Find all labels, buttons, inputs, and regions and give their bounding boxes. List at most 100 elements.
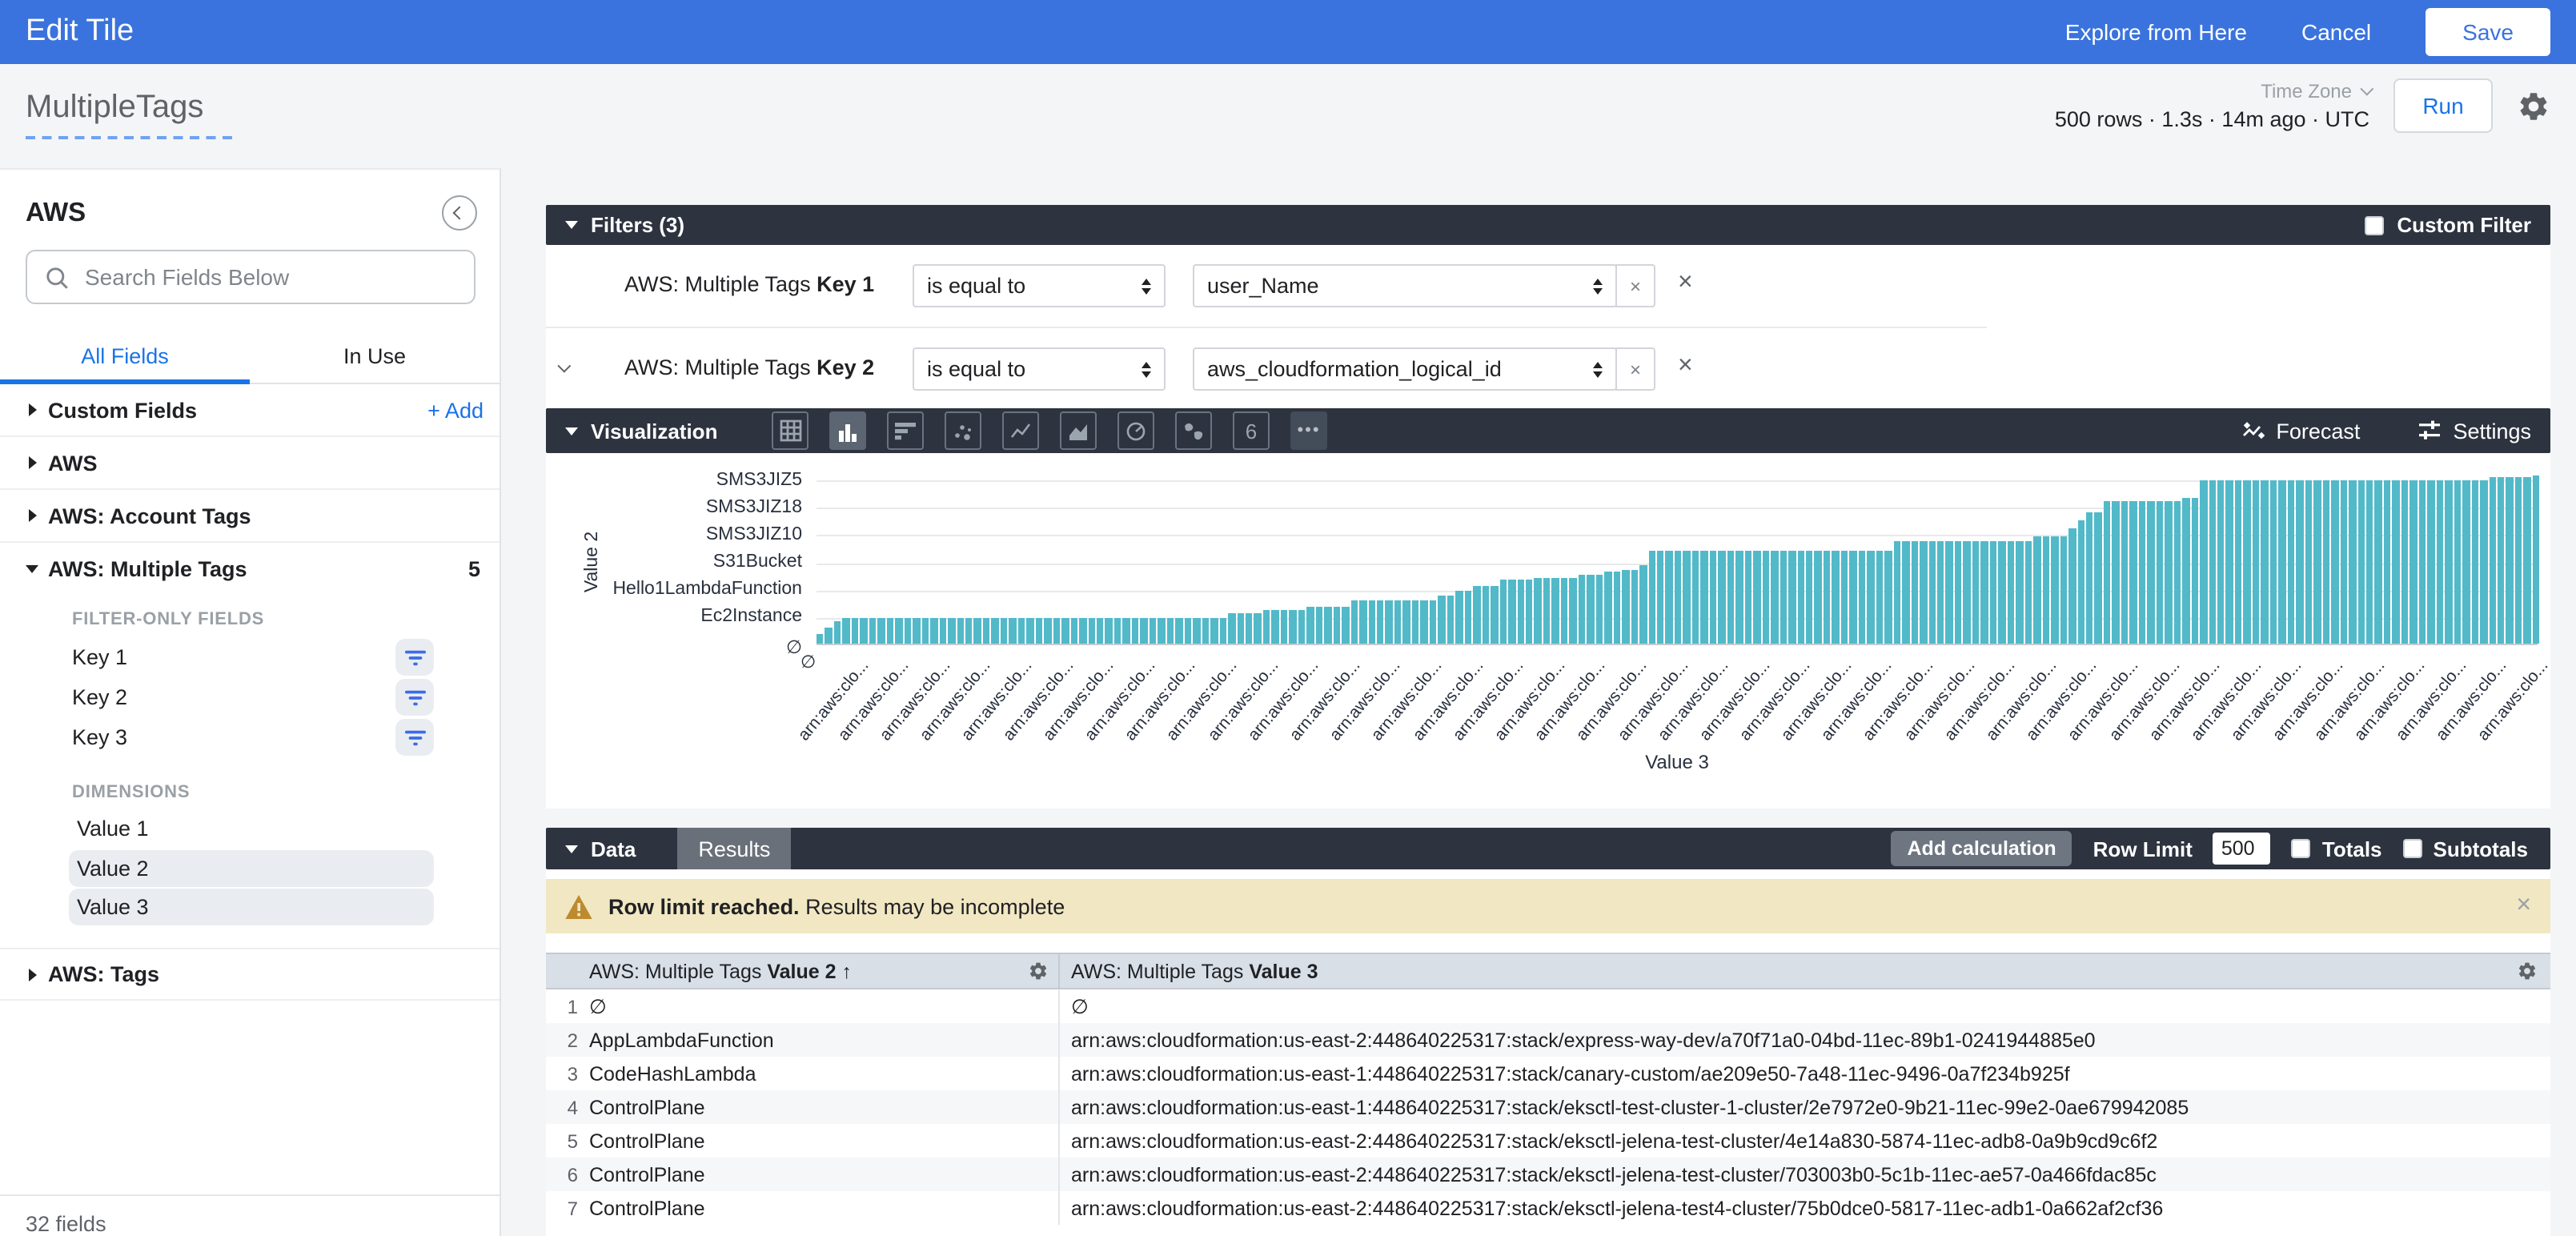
sidebar-item-aws-multiple-tags[interactable]: AWS: Multiple Tags 5	[0, 543, 500, 596]
cell-value-2[interactable]: ControlPlane	[578, 1130, 1058, 1152]
field-picker-sidebar: AWS Search Fields Below All Fields In Us…	[0, 168, 501, 1236]
filter-value-select[interactable]: aws_cloudformation_logical_id	[1193, 347, 1617, 391]
cell-value-3[interactable]: ∅	[1058, 989, 2550, 1023]
cancel-button[interactable]: Cancel	[2301, 19, 2371, 45]
filter-icon[interactable]	[395, 679, 434, 716]
sidebar-item-custom-fields[interactable]: Custom Fields + Add	[0, 384, 500, 437]
column-gear-icon[interactable]	[1028, 961, 1049, 981]
cell-value-3[interactable]: arn:aws:cloudformation:us-east-1:4486402…	[1058, 1090, 2550, 1124]
column-gear-icon[interactable]	[2517, 961, 2538, 981]
table-row[interactable]: 3CodeHashLambdaarn:aws:cloudformation:us…	[546, 1057, 2550, 1090]
totals-checkbox[interactable]	[2292, 839, 2311, 858]
add-custom-field-button[interactable]: + Add	[427, 398, 484, 422]
run-button[interactable]: Run	[2393, 78, 2493, 133]
filter-icon[interactable]	[395, 639, 434, 676]
cell-value-3[interactable]: arn:aws:cloudformation:us-east-2:4486402…	[1058, 1023, 2550, 1057]
sidebar-item-aws[interactable]: AWS	[0, 437, 500, 490]
filter-operator-select[interactable]: is equal to	[913, 264, 1166, 307]
filter-icon[interactable]	[395, 719, 434, 756]
table-row[interactable]: 2AppLambdaFunctionarn:aws:cloudformation…	[546, 1023, 2550, 1057]
viz-map-icon[interactable]	[1175, 411, 1212, 450]
column-header-value-3[interactable]: AWS: Multiple Tags Value 3	[1058, 954, 2550, 988]
collapse-sidebar-button[interactable]	[442, 195, 477, 231]
viz-settings-button[interactable]: Settings	[2418, 419, 2531, 443]
query-settings-gear-icon[interactable]	[2517, 89, 2550, 122]
chart-bar	[2515, 477, 2522, 644]
viz-single-value-icon[interactable]: 6	[1233, 411, 1270, 450]
sidebar-item-aws-account-tags[interactable]: AWS: Account Tags	[0, 490, 500, 543]
chart-bar	[1753, 550, 1760, 644]
field-value-2[interactable]: Value 2	[69, 849, 434, 886]
data-header-bar[interactable]: Data Results Add calculation Row Limit T…	[546, 828, 2550, 869]
filter-value-select[interactable]: user_Name	[1193, 264, 1617, 307]
clear-filter-value-button[interactable]: ×	[1615, 264, 1655, 307]
table-row[interactable]: 7ControlPlanearn:aws:cloudformation:us-e…	[546, 1191, 2550, 1225]
chart-bar	[2533, 476, 2540, 644]
cell-value-3[interactable]: arn:aws:cloudformation:us-east-2:4486402…	[1058, 1124, 2550, 1158]
viz-scatter-icon[interactable]	[945, 411, 981, 450]
cell-value-2[interactable]: ControlPlane	[578, 1096, 1058, 1118]
field-value-1[interactable]: Value 1	[69, 810, 434, 847]
subtotals-toggle[interactable]: Subtotals	[2403, 837, 2528, 861]
custom-filter-checkbox[interactable]	[2365, 215, 2384, 235]
chart-bar	[1403, 601, 1410, 644]
chart-bar	[1035, 617, 1042, 644]
viz-row-chart-icon[interactable]	[887, 411, 924, 450]
chart-bar	[1009, 617, 1017, 644]
cell-value-2[interactable]: CodeHashLambda	[578, 1062, 1058, 1085]
table-row[interactable]: 5ControlPlanearn:aws:cloudformation:us-e…	[546, 1124, 2550, 1158]
filter-operator-select[interactable]: is equal to	[913, 347, 1166, 391]
cell-value-3[interactable]: arn:aws:cloudformation:us-east-1:4486402…	[1058, 1057, 2550, 1090]
viz-pie-chart-icon[interactable]	[1117, 411, 1154, 450]
totals-toggle[interactable]: Totals	[2292, 837, 2382, 861]
chart-bar	[1508, 579, 1515, 644]
field-value-3[interactable]: Value 3	[69, 889, 434, 925]
chart-bar	[1473, 586, 1480, 644]
chart-bar	[1701, 550, 1708, 644]
column-header-value-2[interactable]: AWS: Multiple Tags Value 2 ↑	[546, 954, 1058, 988]
table-row[interactable]: 1∅∅	[546, 989, 2550, 1023]
remove-filter-button[interactable]: ×	[1678, 352, 1693, 381]
row-limit-input[interactable]	[2213, 833, 2271, 865]
viz-more-icon[interactable]: •••	[1290, 411, 1327, 450]
chart-bar	[974, 617, 981, 644]
cell-value-2[interactable]: ControlPlane	[578, 1163, 1058, 1186]
table-row[interactable]: 6ControlPlanearn:aws:cloudformation:us-e…	[546, 1158, 2550, 1191]
tab-all-fields[interactable]: All Fields	[0, 328, 250, 383]
add-calculation-button[interactable]: Add calculation	[1892, 831, 2072, 866]
field-key-2[interactable]: Key 2	[0, 677, 500, 717]
cell-value-3[interactable]: arn:aws:cloudformation:us-east-2:4486402…	[1058, 1158, 2550, 1191]
table-row[interactable]: 4ControlPlanearn:aws:cloudformation:us-e…	[546, 1090, 2550, 1124]
search-input[interactable]: Search Fields Below	[26, 250, 475, 304]
field-key-1[interactable]: Key 1	[0, 637, 500, 677]
explore-from-here-link[interactable]: Explore from Here	[2065, 19, 2247, 45]
chart-bar	[2148, 500, 2155, 644]
viz-table-icon[interactable]	[772, 411, 809, 450]
cell-value-2[interactable]: AppLambdaFunction	[578, 1029, 1058, 1051]
remove-filter-button[interactable]: ×	[1678, 269, 1693, 298]
chart-bar	[1184, 617, 1191, 644]
filters-header-bar[interactable]: Filters (3) Custom Filter	[546, 205, 2550, 245]
cell-value-2[interactable]: ControlPlane	[578, 1197, 1058, 1219]
subtotals-checkbox[interactable]	[2403, 839, 2422, 858]
tab-in-use[interactable]: In Use	[250, 328, 500, 383]
viz-area-chart-icon[interactable]	[1060, 411, 1097, 450]
viz-bar-chart-icon[interactable]	[829, 411, 866, 450]
field-key-3[interactable]: Key 3	[0, 717, 500, 757]
custom-filter-toggle[interactable]: Custom Filter	[2365, 213, 2531, 237]
clear-filter-value-button[interactable]: ×	[1615, 347, 1655, 391]
query-title[interactable]: MultipleTags	[26, 90, 232, 139]
expand-filter-icon[interactable]	[557, 359, 571, 373]
row-number: 7	[546, 1197, 578, 1219]
cell-value-3[interactable]: arn:aws:cloudformation:us-east-2:4486402…	[1058, 1191, 2550, 1225]
close-warning-icon[interactable]: ×	[2516, 892, 2531, 921]
sidebar-item-aws-tags[interactable]: AWS: Tags	[0, 948, 500, 1001]
save-button[interactable]: Save	[2426, 8, 2550, 56]
tab-results[interactable]: Results	[677, 828, 791, 869]
chart-bar	[834, 622, 841, 644]
visualization-header-bar[interactable]: Visualization 6 ••• Forecast	[546, 408, 2550, 453]
cell-value-2[interactable]: ∅	[578, 994, 1058, 1018]
forecast-button[interactable]: Forecast	[2241, 419, 2360, 443]
viz-line-chart-icon[interactable]	[1002, 411, 1039, 450]
timezone-dropdown[interactable]: Time Zone	[2261, 80, 2369, 102]
